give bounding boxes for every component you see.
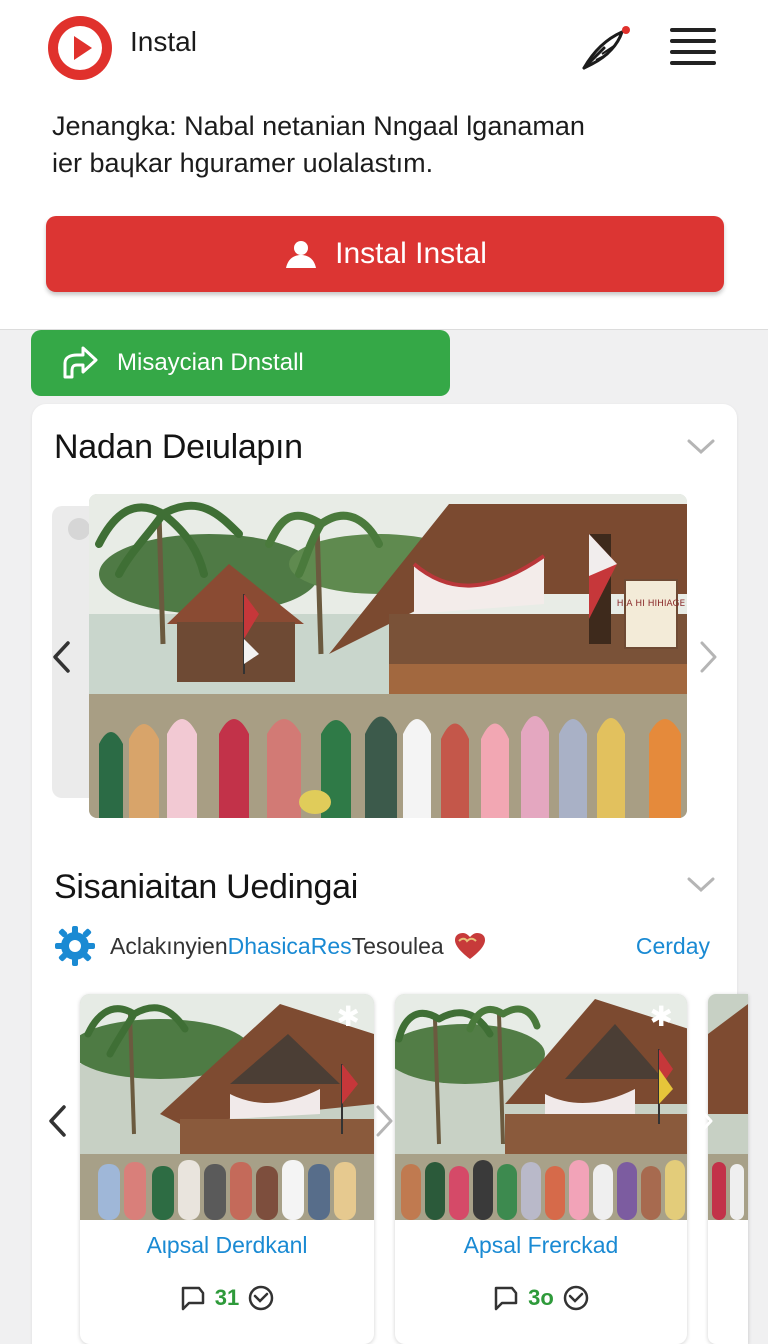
check-circle-icon[interactable] [562,1284,590,1312]
secondary-install-button[interactable]: Misaycian Dnstall [31,330,450,396]
tag-link[interactable]: DhasicaRes [228,933,352,960]
comment-icon [494,1286,518,1311]
play-logo-icon[interactable] [48,16,112,80]
heart-icon [454,933,485,959]
tag-row: Aclakınyien DhasicaRes Tesoulea Cerday [54,926,724,966]
intro-line-2: ier baɥkar hguramer uolalastım. [52,148,434,178]
check-circle-icon[interactable] [247,1284,275,1312]
video-thumbnail [395,994,687,1220]
video-card[interactable]: ✱ Apsal Frerckad 3o [395,994,687,1344]
badge-icon: ✱ [336,1000,360,1033]
video-meta: 31 [80,1284,374,1312]
chevron-down-icon[interactable] [686,876,716,894]
hero-image[interactable]: H A HI HIHIAGE [89,494,687,818]
tag-action-link[interactable]: Cerday [636,933,710,960]
install-button[interactable]: Instal Instal [46,216,724,292]
carousel-next-icon[interactable] [698,640,720,674]
hero-carousel[interactable]: H A HI HIHIAGE [52,494,687,818]
video-meta: 3o [395,1284,687,1312]
person-icon [286,241,317,268]
secondary-button-label: Misaycian Dnstall [117,349,304,376]
section-title-1: Nadan Deιulapın [54,428,303,466]
tag-text-2: Tesoulea [351,932,444,959]
gear-icon [55,926,95,966]
feather-icon[interactable] [578,24,632,72]
share-icon [63,346,98,379]
section-title-2: Sisaniaitan Uedingai [54,868,358,906]
video-grid: ✱ Aιpsal Derdkanl 31 ✱ Apsal Frerckad 3o [32,984,748,1344]
video-title[interactable]: Aιpsal Derdkanl [80,1232,374,1259]
comment-icon [181,1286,204,1311]
hero-sign-text: H A HI HIHIAGE [617,599,686,609]
intro-line-1: Jenangka: Nabal netanian Nngaal lganaman [52,111,585,141]
grid-next-icon[interactable] [694,1104,716,1138]
content-card: Nadan Deιulapın H A HI HIHIAGE Sisaniait… [32,404,748,1344]
hamburger-menu-icon[interactable] [670,28,718,68]
intro-text: Jenangka: Nabal netanian Nngaal lganaman… [52,108,712,182]
badge-icon: ✱ [649,1000,673,1033]
grid-between-icon[interactable] [374,1104,396,1138]
video-card[interactable]: ✱ Aιpsal Derdkanl 31 [80,994,374,1344]
video-title[interactable]: Apsal Frerckad [395,1232,687,1259]
grid-prev-icon[interactable] [46,1104,68,1138]
app-header: Instal Jenangka: Nabal netanian Nngaal l… [0,0,768,330]
comment-count: 31 [214,1285,240,1310]
carousel-prev-icon[interactable] [50,640,72,674]
install-button-label: Instal Instal [335,237,487,270]
tag-text-1: Aclakınyien [110,932,228,959]
next-video-card-partial[interactable] [708,994,748,1344]
app-title: Instal [130,26,197,57]
comment-count: 3o [528,1285,554,1310]
video-thumbnail [80,994,374,1220]
chevron-down-icon[interactable] [686,438,716,456]
